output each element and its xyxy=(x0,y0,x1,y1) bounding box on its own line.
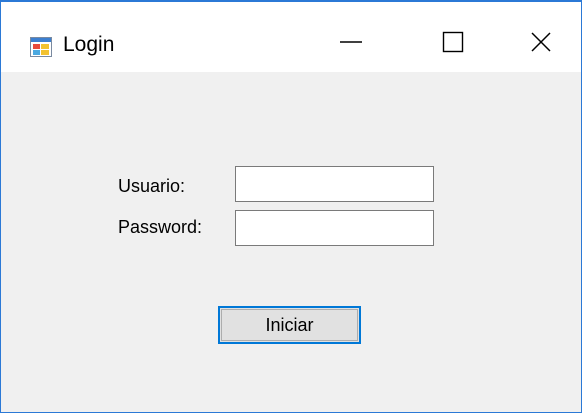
password-label: Password: xyxy=(118,217,203,237)
window-title: Login xyxy=(63,33,115,56)
login-button[interactable]: Iniciar xyxy=(218,306,361,344)
close-button[interactable] xyxy=(513,16,569,72)
login-window: Login Usuario: Password: Iniciar xyxy=(0,0,582,413)
minimize-icon xyxy=(339,30,363,59)
title-bar[interactable]: Login xyxy=(1,2,581,72)
minimize-button[interactable] xyxy=(323,16,379,72)
close-icon xyxy=(530,31,552,58)
maximize-icon xyxy=(442,31,464,58)
user-field[interactable] xyxy=(235,166,434,202)
user-label: Usuario: xyxy=(118,176,186,196)
windows-form-icon xyxy=(30,37,52,57)
password-field[interactable] xyxy=(235,210,434,246)
maximize-button[interactable] xyxy=(425,16,481,72)
